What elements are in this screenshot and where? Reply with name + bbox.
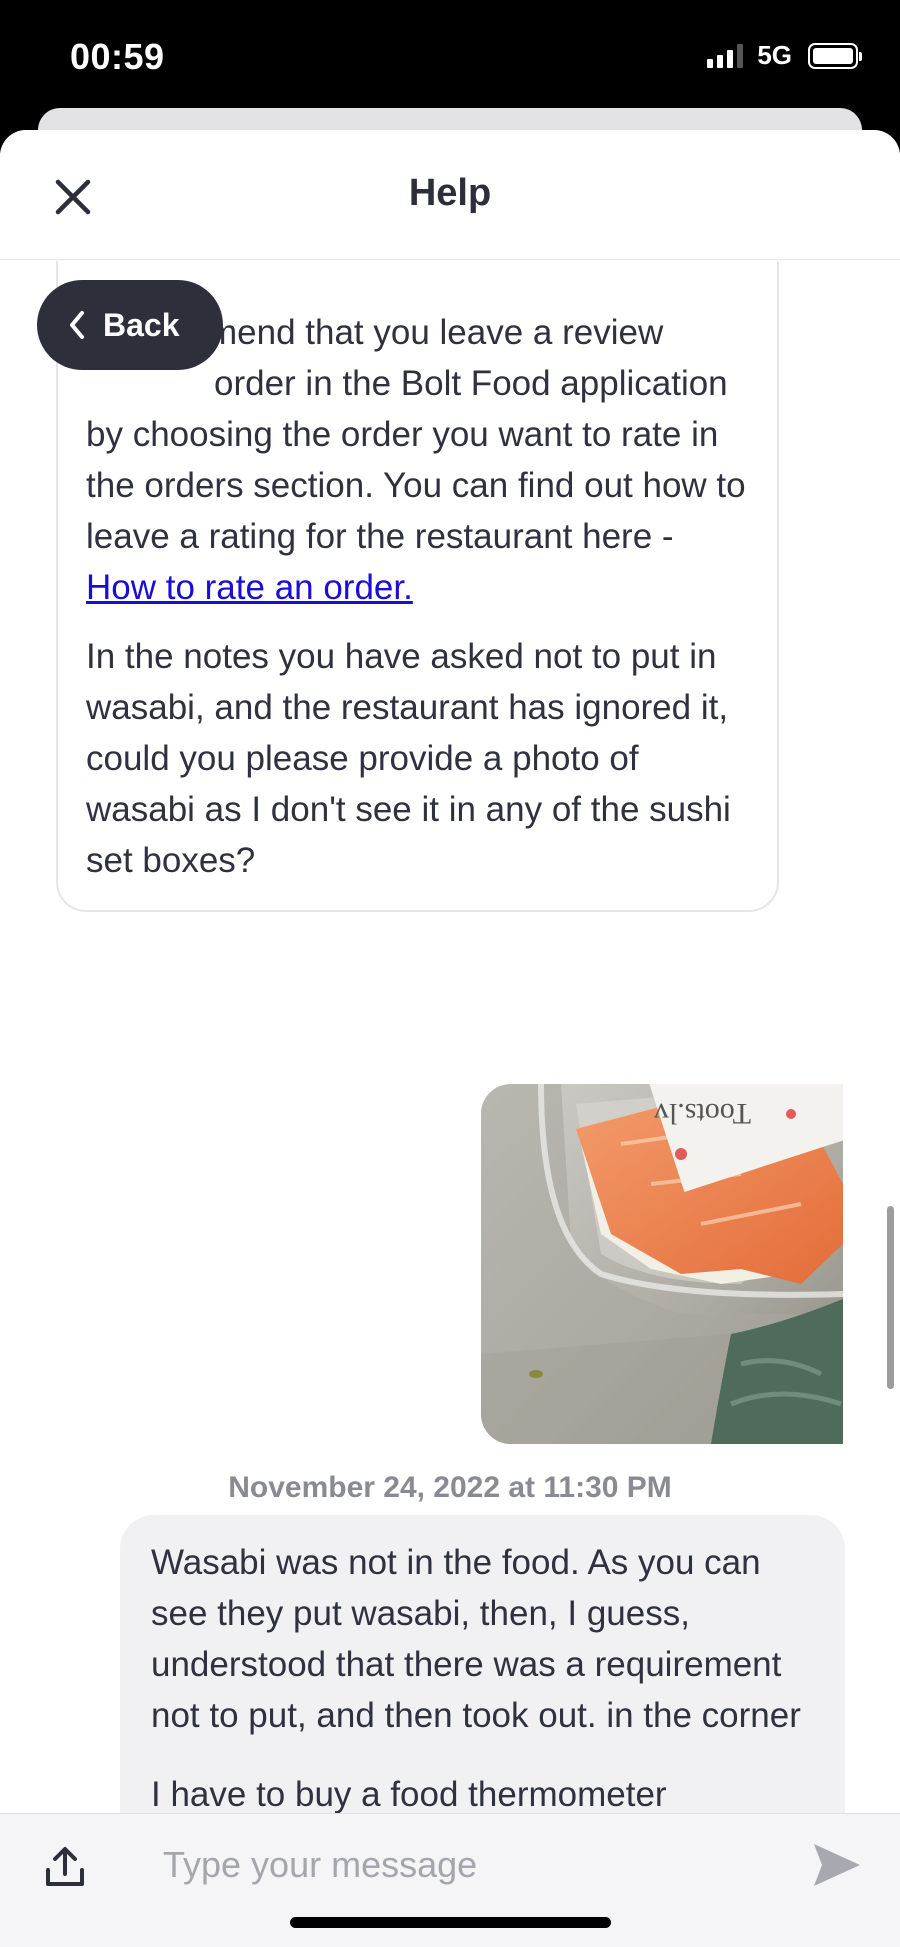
sushi-photo-graphic: Toots.lv [481,1084,843,1444]
sushi-photo-image[interactable]: Toots.lv [481,1084,843,1444]
scrollbar[interactable] [887,1206,894,1389]
agent-message-paragraph: In the notes you have asked not to put i… [86,637,731,880]
header: Help [0,130,900,260]
message-timestamp: November 24, 2022 at 11:30 PM [0,1471,900,1505]
network-type: 5G [757,40,792,70]
signal-icon [707,43,744,68]
how-to-rate-link[interactable]: How to rate an order. [86,568,413,607]
agent-text-visible: mend that you leave a review [208,313,664,352]
page-title: Help [408,172,492,214]
message-input[interactable] [163,1834,773,1896]
svg-text:Toots.lv: Toots.lv [654,1097,751,1130]
help-sheet: Help ... mend that you leave a review or… [0,130,900,1947]
upload-button[interactable] [42,1844,88,1890]
timestamp-text: November 24, 2022 at 11:30 PM [228,1471,672,1504]
chevron-left-icon [70,311,84,339]
upload-icon [46,1847,84,1886]
status-indicators: 5G [707,40,862,71]
send-button[interactable] [810,1838,864,1892]
chat-thread[interactable]: ... mend that you leave a review order i… [0,261,900,1943]
back-button-label: Back [103,306,180,343]
battery-icon [808,42,862,69]
agent-text-rest: order in the Bolt Food application by ch… [86,364,746,556]
send-icon [814,1844,860,1886]
status-time: 00:59 [70,36,165,77]
status-bar: 00:59 5G [0,0,900,112]
back-button[interactable]: Back [37,280,223,370]
home-indicator [290,1917,611,1928]
